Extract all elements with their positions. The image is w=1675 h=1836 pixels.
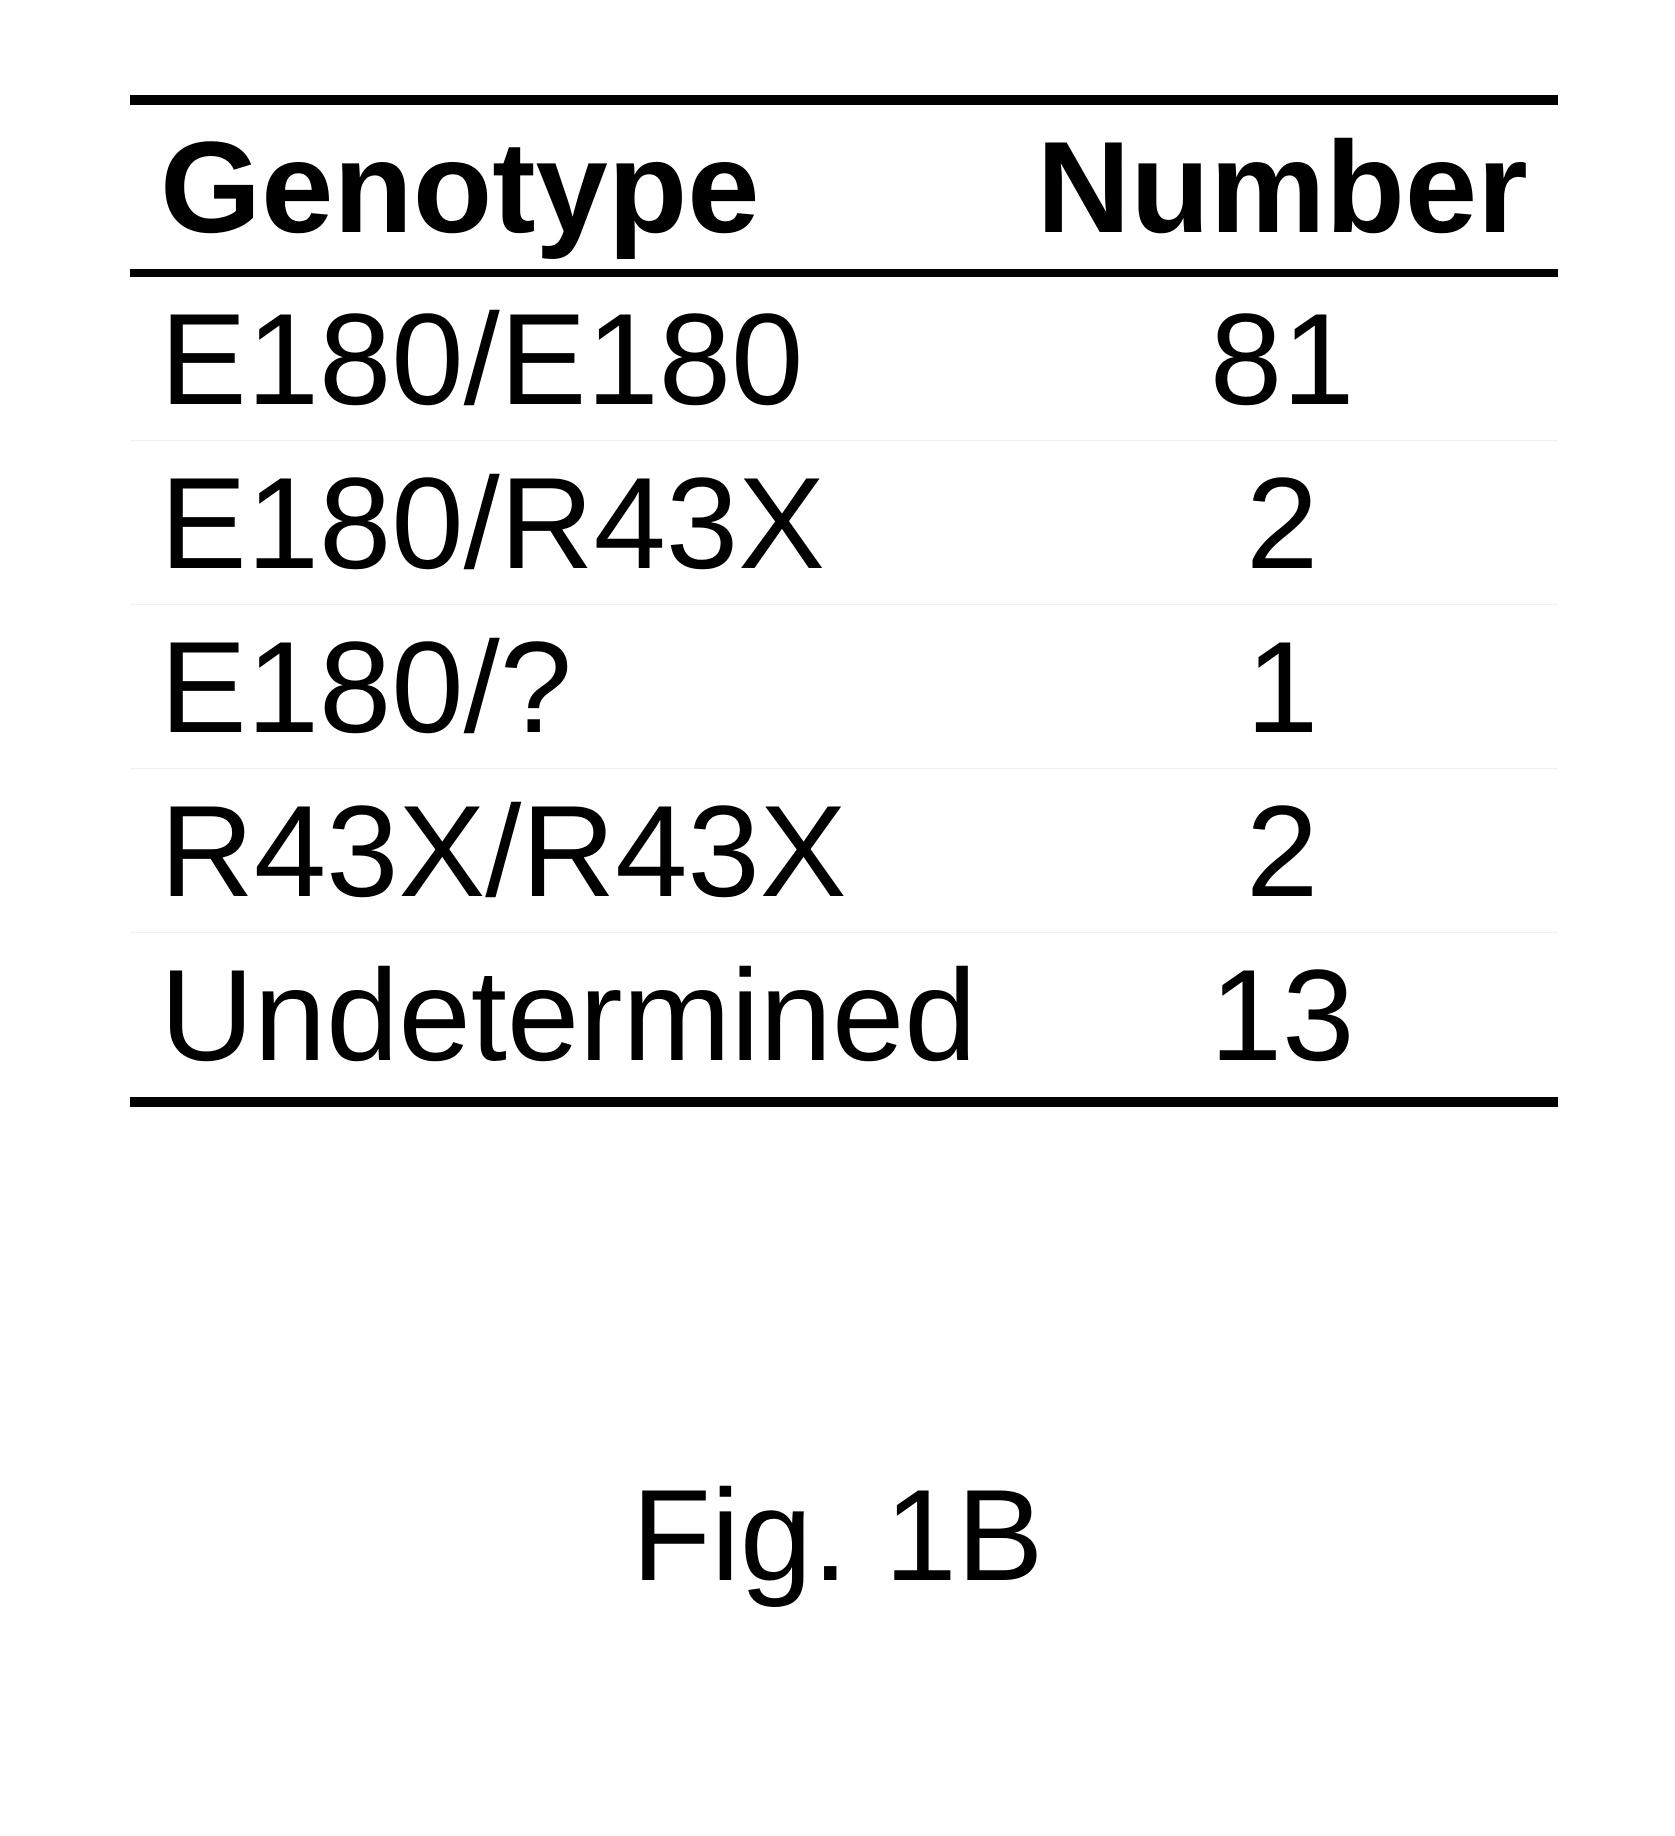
cell-genotype: E180/E180 — [130, 273, 1007, 441]
cell-genotype: E180/? — [130, 605, 1007, 769]
cell-genotype: Undetermined — [130, 933, 1007, 1102]
cell-genotype: R43X/R43X — [130, 769, 1007, 933]
cell-number: 1 — [1007, 605, 1558, 769]
header-genotype: Genotype — [130, 100, 1007, 273]
table-row: R43X/R43X 2 — [130, 769, 1558, 933]
figure-caption: Fig. 1B — [0, 1460, 1675, 1610]
cell-number: 81 — [1007, 273, 1558, 441]
table-row: E180/? 1 — [130, 605, 1558, 769]
cell-number: 2 — [1007, 769, 1558, 933]
header-number: Number — [1007, 100, 1558, 273]
table-row: E180/R43X 2 — [130, 441, 1558, 605]
cell-number: 2 — [1007, 441, 1558, 605]
cell-genotype: E180/R43X — [130, 441, 1007, 605]
cell-number: 13 — [1007, 933, 1558, 1102]
figure-page: Genotype Number E180/E180 81 E180/R43X 2… — [0, 0, 1675, 1836]
table-header-row: Genotype Number — [130, 100, 1558, 273]
genotype-table: Genotype Number E180/E180 81 E180/R43X 2… — [130, 95, 1558, 1107]
table-row: E180/E180 81 — [130, 273, 1558, 441]
table-row: Undetermined 13 — [130, 933, 1558, 1102]
